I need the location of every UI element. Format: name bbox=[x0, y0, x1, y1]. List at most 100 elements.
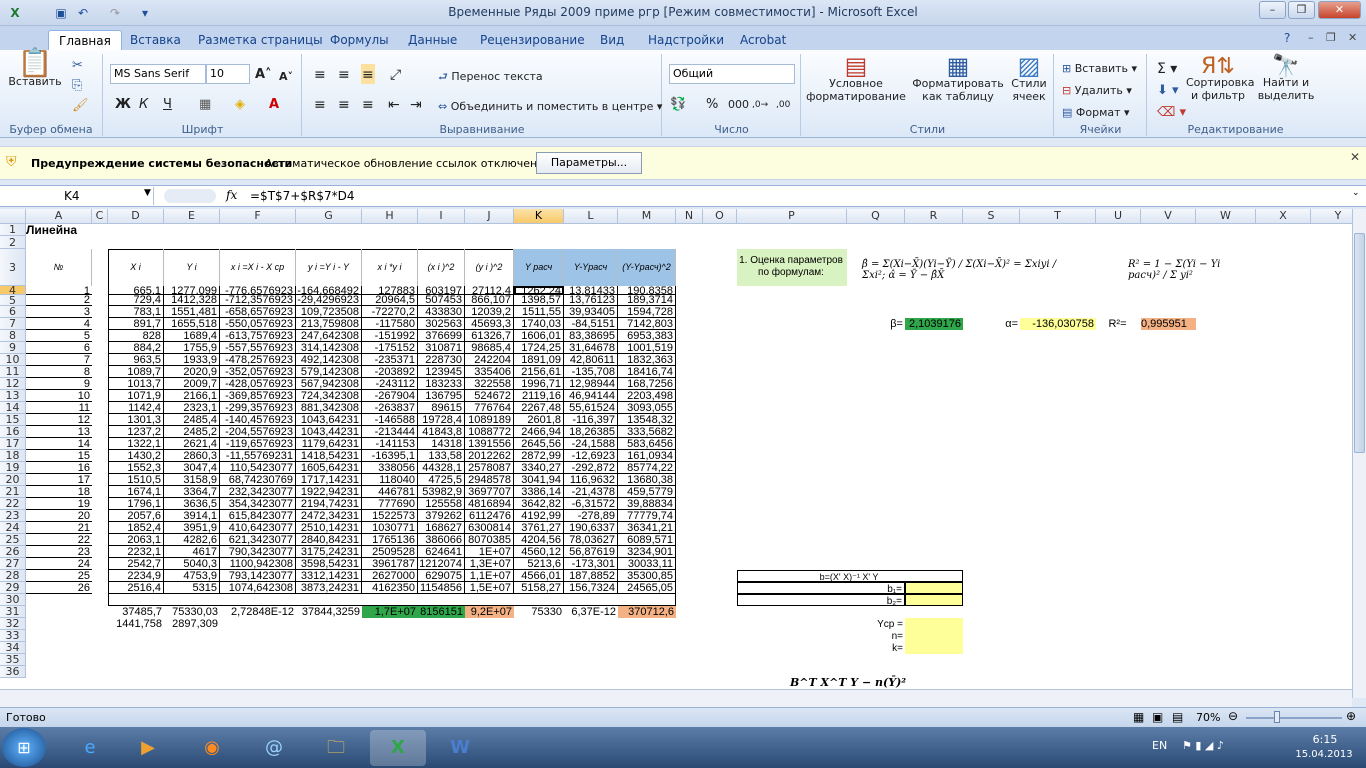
table-cell[interactable]: 19728,4 bbox=[418, 414, 465, 426]
tab-data[interactable]: Данные bbox=[398, 30, 467, 50]
table-cell[interactable]: 53982,9 bbox=[418, 486, 465, 498]
table-cell[interactable]: 4816894 bbox=[465, 498, 514, 510]
column-header-r[interactable]: R bbox=[905, 209, 963, 224]
table-cell[interactable]: 6300814 bbox=[465, 522, 514, 534]
table-cell[interactable]: 77779,74 bbox=[618, 510, 676, 522]
decrease-decimal-icon[interactable]: ,00 bbox=[775, 94, 791, 114]
table-cell[interactable]: 1418,54231 bbox=[296, 450, 362, 462]
table-cell[interactable]: 777690 bbox=[362, 498, 418, 510]
tray-icons[interactable]: ⚑ ▮ ◢ ♪ bbox=[1182, 739, 1224, 752]
language-indicator[interactable]: EN bbox=[1152, 739, 1167, 752]
table-cell[interactable]: 23 bbox=[26, 546, 92, 558]
row-header[interactable]: 36 bbox=[0, 666, 26, 678]
table-cell[interactable]: 1030771 bbox=[362, 522, 418, 534]
fx-icon[interactable]: fx bbox=[226, 188, 237, 202]
table-cell[interactable]: 2948578 bbox=[465, 474, 514, 486]
number-format-combo[interactable]: Общий bbox=[669, 64, 795, 84]
tab-acrobat[interactable]: Acrobat bbox=[730, 30, 796, 50]
ycp-value[interactable] bbox=[905, 618, 963, 654]
maximize-button[interactable]: ❐ bbox=[1288, 1, 1315, 19]
sum-yrasch[interactable]: 75330 bbox=[514, 606, 564, 618]
table-cell[interactable]: 20 bbox=[26, 510, 92, 522]
header-col-resid2[interactable]: (Y-Yрасч)^2 bbox=[618, 249, 676, 286]
table-cell[interactable]: -712,3576923 bbox=[220, 295, 296, 306]
table-cell[interactable]: 125558 bbox=[418, 498, 465, 510]
table-cell[interactable]: 4617 bbox=[164, 546, 220, 558]
table-cell[interactable]: 1552,3 bbox=[108, 462, 164, 474]
ie-icon[interactable]: e bbox=[62, 730, 118, 766]
table-cell[interactable]: 18,26385 bbox=[564, 426, 618, 438]
table-cell[interactable]: -29,4296923 bbox=[296, 295, 362, 306]
start-button[interactable]: ⊞ bbox=[2, 728, 46, 767]
table-cell[interactable]: 242204 bbox=[465, 354, 514, 366]
align-center-icon[interactable]: ≡ bbox=[337, 94, 351, 114]
b1-label[interactable]: b₁= bbox=[737, 582, 905, 594]
table-cell[interactable]: 183233 bbox=[418, 378, 465, 390]
beta-label[interactable]: β= bbox=[847, 318, 905, 330]
select-all-corner[interactable] bbox=[0, 209, 26, 224]
sum-xy[interactable]: 1,7E+07 bbox=[362, 606, 418, 618]
page-break-view-icon[interactable]: ▤ bbox=[1172, 710, 1183, 724]
table-cell[interactable]: 1933,9 bbox=[164, 354, 220, 366]
table-cell[interactable]: 161,0934 bbox=[618, 450, 676, 462]
excel-taskbar-icon[interactable]: X bbox=[370, 730, 426, 766]
column-header-a[interactable]: A bbox=[26, 209, 92, 224]
table-cell[interactable]: -299,3576923 bbox=[220, 402, 296, 414]
table-cell[interactable]: 2194,74231 bbox=[296, 498, 362, 510]
workbook-close-icon[interactable]: ✕ bbox=[1348, 31, 1357, 44]
expand-formula-icon[interactable]: ⌄ bbox=[1352, 188, 1360, 198]
grow-font-icon[interactable]: A˄ bbox=[254, 64, 273, 84]
column-header-u[interactable]: U bbox=[1096, 209, 1141, 224]
table-cell[interactable]: 12,98944 bbox=[564, 378, 618, 390]
table-cell[interactable]: -12,6923 bbox=[564, 450, 618, 462]
align-left-icon[interactable]: ≡ bbox=[313, 94, 327, 114]
clock-time[interactable]: 6:15 bbox=[1300, 733, 1350, 746]
table-cell[interactable]: 232,3423077 bbox=[220, 486, 296, 498]
clear-icon[interactable]: ⌫ ▾ bbox=[1156, 102, 1187, 122]
ycp-label[interactable]: Ycp = bbox=[737, 618, 905, 630]
table-cell[interactable]: 2601,8 bbox=[514, 414, 564, 426]
table-cell[interactable]: 2063,1 bbox=[108, 534, 164, 546]
table-cell[interactable]: -11,55769231 bbox=[220, 450, 296, 462]
table-cell[interactable]: 35300,85 bbox=[618, 570, 676, 582]
table-cell[interactable]: 376699 bbox=[418, 330, 465, 342]
table-cell[interactable]: 168,7256 bbox=[618, 378, 676, 390]
matrix-b-title[interactable]: b=(X' X)⁻¹ X' Y bbox=[737, 570, 963, 582]
table-cell[interactable]: -173,301 bbox=[564, 558, 618, 570]
table-cell[interactable]: 1154856 bbox=[418, 582, 465, 594]
table-cell[interactable]: 42,80611 bbox=[564, 354, 618, 366]
table-cell[interactable]: 247,642308 bbox=[296, 330, 362, 342]
table-cell[interactable]: 6112476 bbox=[465, 510, 514, 522]
table-cell[interactable]: 1430,2 bbox=[108, 450, 164, 462]
table-cell[interactable]: 3951,9 bbox=[164, 522, 220, 534]
cell-styles-button[interactable]: ▨ Стили ячеек bbox=[1006, 54, 1052, 103]
table-cell[interactable]: 3642,82 bbox=[514, 498, 564, 510]
table-cell[interactable]: 190,8358 bbox=[618, 286, 676, 295]
table-cell[interactable]: 1606,01 bbox=[514, 330, 564, 342]
table-cell[interactable]: 2203,498 bbox=[618, 390, 676, 402]
column-header-y[interactable]: Y bbox=[1311, 209, 1352, 224]
borders-icon[interactable]: ▦ bbox=[198, 94, 212, 114]
table-cell[interactable]: -203892 bbox=[362, 366, 418, 378]
table-cell[interactable]: 1412,328 bbox=[164, 295, 220, 306]
tab-home[interactable]: Главная bbox=[48, 30, 122, 50]
table-cell[interactable]: 116,9632 bbox=[564, 474, 618, 486]
vertical-scrollbar[interactable] bbox=[1352, 209, 1366, 698]
table-cell[interactable]: 1724,25 bbox=[514, 342, 564, 354]
table-cell[interactable]: 19 bbox=[26, 498, 92, 510]
table-cell[interactable]: 2119,16 bbox=[514, 390, 564, 402]
table-cell[interactable]: 3961787 bbox=[362, 558, 418, 570]
wrap-text-button[interactable]: ⮐ Перенос текста bbox=[437, 66, 544, 86]
copy-icon[interactable]: ⎘ bbox=[72, 78, 82, 93]
table-cell[interactable]: 27112,4 bbox=[465, 286, 514, 295]
table-cell[interactable]: 881,342308 bbox=[296, 402, 362, 414]
table-cell[interactable]: 963,5 bbox=[108, 354, 164, 366]
table-cell[interactable]: 1689,4 bbox=[164, 330, 220, 342]
table-cell[interactable]: -557,5576923 bbox=[220, 342, 296, 354]
table-cell[interactable]: 3158,9 bbox=[164, 474, 220, 486]
table-cell[interactable]: 2166,1 bbox=[164, 390, 220, 402]
column-header-g[interactable]: G bbox=[296, 209, 362, 224]
table-cell[interactable]: 2509528 bbox=[362, 546, 418, 558]
table-cell[interactable]: -175152 bbox=[362, 342, 418, 354]
column-header-h[interactable]: H bbox=[362, 209, 418, 224]
